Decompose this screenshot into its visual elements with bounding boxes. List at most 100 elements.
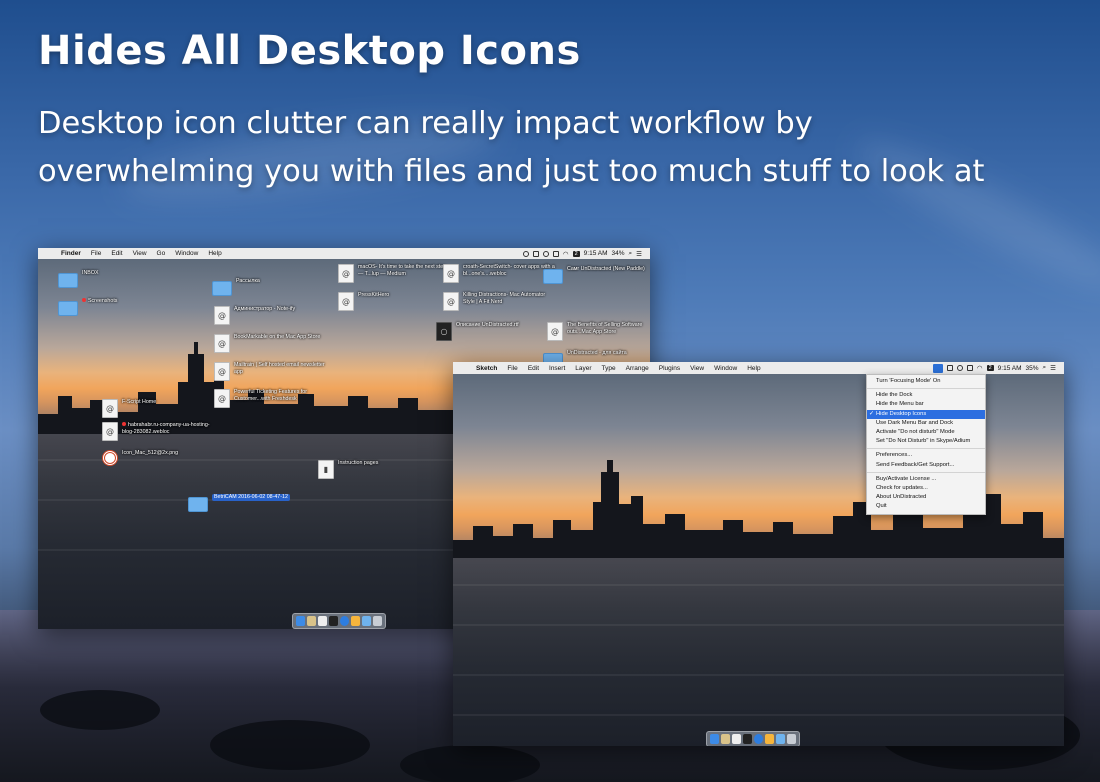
menu-item-quit[interactable]: Quit xyxy=(867,502,985,511)
menu-file[interactable]: File xyxy=(502,365,522,372)
desktop-icon-label: Описание UnDistracted.rtf xyxy=(456,322,519,328)
rock xyxy=(210,720,370,770)
desktop-icon[interactable]: Icon_Mac_512@2x.png xyxy=(102,450,178,466)
menu-item-hide-menu-bar[interactable]: Hide the Menu bar xyxy=(867,400,985,409)
list-icon[interactable]: ☰ xyxy=(636,250,642,258)
trash-dock-icon[interactable] xyxy=(373,616,382,626)
menu-edit[interactable]: Edit xyxy=(523,365,544,372)
battery-percent[interactable]: 35% xyxy=(1026,365,1039,372)
display-icon[interactable] xyxy=(552,250,559,257)
menu-item-skype-adium[interactable]: Set "Do Not Disturb" in Skype/Adium xyxy=(867,437,985,446)
menu-item-dark-menu-bar[interactable]: Use Dark Menu Bar and Dock xyxy=(867,419,985,428)
menu-item-focusing-mode[interactable]: Turn 'Focusing Mode' On xyxy=(867,377,985,386)
desktop-icon[interactable]: @ Powerful Ticketing Features for Custom… xyxy=(214,389,326,408)
menu-item-feedback[interactable]: Send Feedback/Get Support... xyxy=(867,461,985,470)
record-icon[interactable] xyxy=(946,365,953,371)
desktop-icon[interactable]: @ Killing Distractions- Mac Automator St… xyxy=(443,292,555,311)
menu-item-preferences[interactable]: Preferences... xyxy=(867,451,985,460)
desktop-icon[interactable]: @ croath-SecretSwitch- cover apps with a… xyxy=(443,264,555,283)
headphones-icon[interactable] xyxy=(542,250,549,257)
desktop-icon[interactable]: @ Mailtrain | Self hosted email newslett… xyxy=(214,362,326,381)
search-icon[interactable]: ⌕ xyxy=(1043,364,1047,372)
downloads-dock-icon[interactable] xyxy=(776,734,785,744)
safari-dock-icon[interactable] xyxy=(754,734,763,744)
desktop-icon[interactable]: @ The Benefits of Selling Software outs.… xyxy=(547,322,650,341)
desktop-icon[interactable]: @ habrahabr.ru-company-ua-hosting-blog-2… xyxy=(102,422,214,441)
webloc-icon: @ xyxy=(547,322,563,341)
undistracted-icon[interactable] xyxy=(932,363,943,373)
desktop-icon-label: The Benefits of Selling Software outs...… xyxy=(567,322,643,335)
menu-item-do-not-disturb[interactable]: Activate "Do not disturb" Mode xyxy=(867,428,985,437)
menu-help[interactable]: Help xyxy=(203,250,226,257)
menu-item-check-updates[interactable]: Check for updates... xyxy=(867,484,985,493)
menu-window[interactable]: Window xyxy=(170,250,203,257)
menu-view[interactable]: View xyxy=(128,250,152,257)
desktop-icon[interactable]: Рассылка xyxy=(212,278,260,296)
menu-item-buy-license[interactable]: Buy/Activate License ... xyxy=(867,475,985,484)
sketch-dock-icon[interactable] xyxy=(351,616,360,626)
desktop-icon[interactable]: ▮ Instruction pages xyxy=(318,460,378,479)
red-tag-icon xyxy=(122,422,126,426)
clock[interactable]: 9:15 AM xyxy=(584,250,608,257)
desktop-icon[interactable]: @ F-Script Home xyxy=(102,399,156,418)
headphones-icon[interactable] xyxy=(956,365,963,371)
desktop-icon[interactable]: BetriCAM 2016-06-02 08-47-12 xyxy=(188,494,290,512)
menu-item-hide-desktop-icons[interactable]: ✓ Hide Desktop Icons xyxy=(867,409,985,419)
menu-type[interactable]: Type xyxy=(597,365,621,372)
trash-dock-icon[interactable] xyxy=(787,734,796,744)
wifi-icon[interactable]: ◠ xyxy=(977,364,983,372)
desktop-icon[interactable]: Cамr UnDistracted (New Paddle) xyxy=(543,266,645,284)
desktop-icon-label: Mailtrain | Self hosted email newsletter… xyxy=(234,362,325,375)
folder-icon xyxy=(543,269,563,284)
safari-dock-icon[interactable] xyxy=(340,616,349,626)
wifi-icon[interactable]: ◠ xyxy=(563,250,569,258)
menu-layer[interactable]: Layer xyxy=(570,365,596,372)
desktop-icon-label: Instruction pages xyxy=(338,460,379,466)
menu-arrange[interactable]: Arrange xyxy=(621,365,654,372)
menu-help[interactable]: Help xyxy=(742,365,765,372)
red-tag-icon xyxy=(82,298,86,302)
desktop-icon[interactable]: @ Администратор - Note-ify xyxy=(214,306,295,325)
mail-dock-icon[interactable] xyxy=(307,616,316,626)
app-icon-image xyxy=(102,450,118,466)
webloc-icon: @ xyxy=(102,399,118,418)
menu-plugins[interactable]: Plugins xyxy=(654,365,685,372)
sketch-dock-icon[interactable] xyxy=(765,734,774,744)
menu-view[interactable]: View xyxy=(685,365,709,372)
desktop-icon-label: Администратор - Note-ify xyxy=(234,306,296,312)
clock[interactable]: 9:15 AM xyxy=(998,365,1022,372)
desktop-icon[interactable]: Screenshots xyxy=(58,298,117,316)
menu-edit[interactable]: Edit xyxy=(106,250,127,257)
preview-dock-icon[interactable] xyxy=(732,734,741,744)
menu-go[interactable]: Go xyxy=(152,250,171,257)
webloc-icon: @ xyxy=(214,334,230,353)
status-badge[interactable]: 2 xyxy=(572,250,580,257)
desktop-icon[interactable]: @ macOS- It's time to take the next step… xyxy=(338,264,450,283)
battery-percent[interactable]: 34% xyxy=(612,250,625,257)
terminal-dock-icon[interactable] xyxy=(329,616,338,626)
desktop-icon[interactable]: @ BookMarkable on the Mac App Store xyxy=(214,334,320,353)
menu-item-hide-dock[interactable]: Hide the Dock xyxy=(867,391,985,400)
desktop-icon-label: Killing Distractions- Mac Automator Styl… xyxy=(463,292,546,305)
undistracted-icon[interactable] xyxy=(522,250,529,257)
downloads-dock-icon[interactable] xyxy=(362,616,371,626)
finder-dock-icon[interactable] xyxy=(296,616,305,626)
menu-window[interactable]: Window xyxy=(709,365,742,372)
finder-dock-icon[interactable] xyxy=(710,734,719,744)
desktop-icon[interactable]: @ PressKitHero xyxy=(338,292,389,311)
menu-app-name[interactable]: Finder xyxy=(56,250,86,257)
desktop-icon[interactable]: INBOX xyxy=(58,270,98,288)
preview-dock-icon[interactable] xyxy=(318,616,327,626)
mail-dock-icon[interactable] xyxy=(721,734,730,744)
menu-insert[interactable]: Insert xyxy=(544,365,570,372)
menu-file[interactable]: File xyxy=(86,250,106,257)
menu-app-name[interactable]: Sketch xyxy=(471,365,502,372)
search-icon[interactable]: ⌕ xyxy=(629,250,633,258)
record-icon[interactable] xyxy=(532,250,539,257)
display-icon[interactable] xyxy=(966,365,973,371)
status-badge[interactable]: 2 xyxy=(986,365,994,371)
menu-item-about[interactable]: About UnDistracted xyxy=(867,493,985,502)
desktop-icon[interactable]: ○ Описание UnDistracted.rtf xyxy=(436,322,519,341)
list-icon[interactable]: ☰ xyxy=(1050,364,1056,372)
terminal-dock-icon[interactable] xyxy=(743,734,752,744)
